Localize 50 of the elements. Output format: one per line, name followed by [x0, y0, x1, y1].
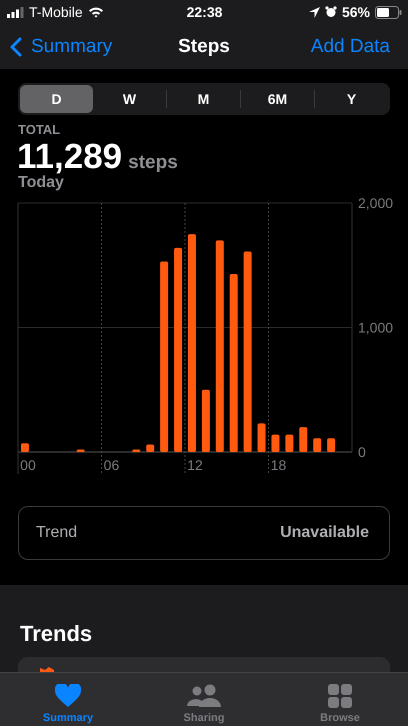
x-axis-label: 18: [270, 457, 286, 473]
period-segment[interactable]: D: [20, 85, 93, 113]
signal-icon: [7, 6, 24, 18]
y-axis-label: 0: [358, 444, 366, 460]
add-data-button[interactable]: Add Data: [310, 36, 390, 58]
y-axis-label: 1,000: [358, 320, 394, 336]
total-value: 11,289: [17, 137, 122, 176]
trend-card[interactable]: Trend Unavailable: [18, 506, 390, 560]
step-bar: [313, 438, 322, 452]
tab-item[interactable]: Browse: [272, 673, 408, 726]
step-bar: [76, 450, 85, 452]
x-axis-label: 00: [20, 457, 36, 473]
wifi-icon: [88, 6, 104, 18]
location-icon: [308, 6, 320, 18]
x-axis-label: 06: [104, 457, 120, 473]
step-bar: [146, 444, 154, 452]
step-bar: [327, 438, 336, 452]
period-segment[interactable]: M: [166, 90, 240, 108]
period-label: Today: [18, 174, 65, 192]
y-axis-label: 2,000: [358, 195, 394, 211]
carrier-name: T-Mobile: [29, 4, 83, 20]
battery-icon: [375, 6, 402, 18]
period-segment[interactable]: Y: [314, 90, 388, 108]
back-chevron-icon: [10, 36, 22, 56]
total-label: TOTAL: [18, 122, 62, 137]
trend-value: Unavailable: [280, 524, 369, 542]
step-bar: [258, 423, 266, 452]
section-title: Trends: [20, 621, 94, 647]
unit-label: steps: [128, 152, 178, 174]
screen-title: Steps: [178, 36, 230, 58]
step-bar: [271, 434, 280, 452]
heart-icon: [55, 684, 81, 708]
back-button[interactable]: Summary: [10, 36, 112, 58]
battery-percent: 56%: [342, 4, 370, 20]
step-bar: [202, 390, 210, 452]
step-bar: [132, 450, 140, 452]
step-bar: [20, 443, 29, 452]
alarm-icon: [324, 6, 337, 18]
step-bar: [299, 427, 308, 452]
trend-card-background[interactable]: [18, 657, 390, 673]
step-bar: [285, 434, 294, 452]
tab-item[interactable]: Sharing: [136, 673, 272, 726]
period-segment[interactable]: W: [93, 85, 166, 113]
tab-item[interactable]: Summary: [0, 673, 136, 726]
grid-icon: [328, 684, 352, 708]
trend-label: Trend: [36, 524, 78, 542]
x-axis-label: 12: [187, 457, 203, 473]
clock-time: 22:38: [186, 4, 222, 20]
people-icon: [187, 684, 221, 708]
period-segment[interactable]: 6M: [240, 90, 314, 108]
